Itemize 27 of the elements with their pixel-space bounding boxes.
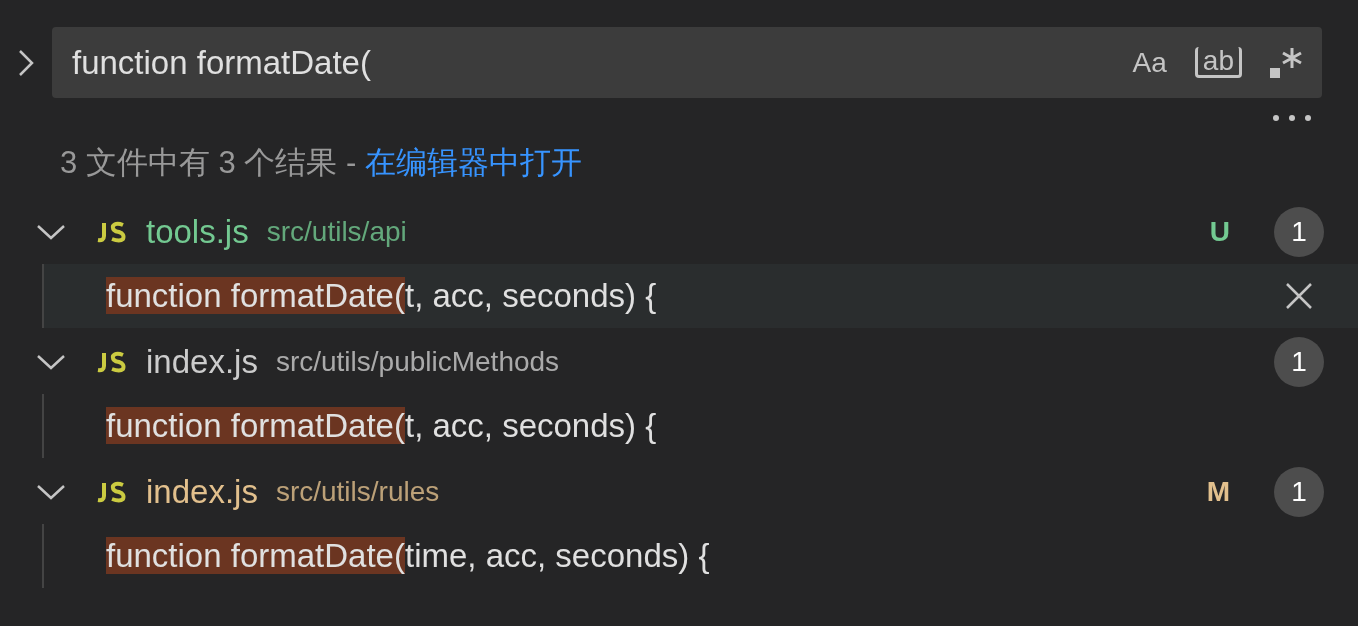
match-count-badge: 1	[1274, 207, 1324, 257]
chevron-down-icon[interactable]	[36, 353, 66, 371]
chevron-down-icon[interactable]	[36, 223, 66, 241]
javascript-file-icon	[96, 221, 126, 243]
close-icon[interactable]	[1286, 283, 1312, 309]
chevron-down-icon[interactable]	[36, 483, 66, 501]
match-line[interactable]: function formatDate(time, acc, seconds) {	[106, 537, 710, 575]
file-path: src/utils/api	[266, 216, 407, 248]
more-icon[interactable]	[1272, 114, 1312, 122]
search-field[interactable]: function formatDate( Aa ab	[52, 27, 1322, 98]
file-name[interactable]: index.js	[146, 343, 258, 381]
file-name[interactable]: tools.js	[146, 213, 249, 251]
regex-icon[interactable]	[1268, 45, 1302, 80]
open-in-editor-link[interactable]: 在编辑器中打开	[364, 145, 582, 180]
result-summary: 3 文件中有 3 个结果 -	[60, 145, 358, 180]
file-path: src/utils/rules	[275, 476, 440, 508]
javascript-file-icon	[96, 351, 126, 373]
git-status: U	[1209, 216, 1230, 248]
match-count-badge: 1	[1274, 337, 1324, 387]
file-path: src/utils/publicMethods	[275, 346, 560, 378]
whole-word-toggle[interactable]: ab	[1194, 47, 1242, 78]
match-case-toggle[interactable]: Aa	[1130, 46, 1169, 79]
git-status: M	[1206, 476, 1230, 508]
file-name[interactable]: index.js	[146, 473, 258, 511]
match-count-badge: 1	[1274, 467, 1324, 517]
chevron-right-icon[interactable]	[16, 47, 36, 78]
javascript-file-icon	[96, 481, 126, 503]
